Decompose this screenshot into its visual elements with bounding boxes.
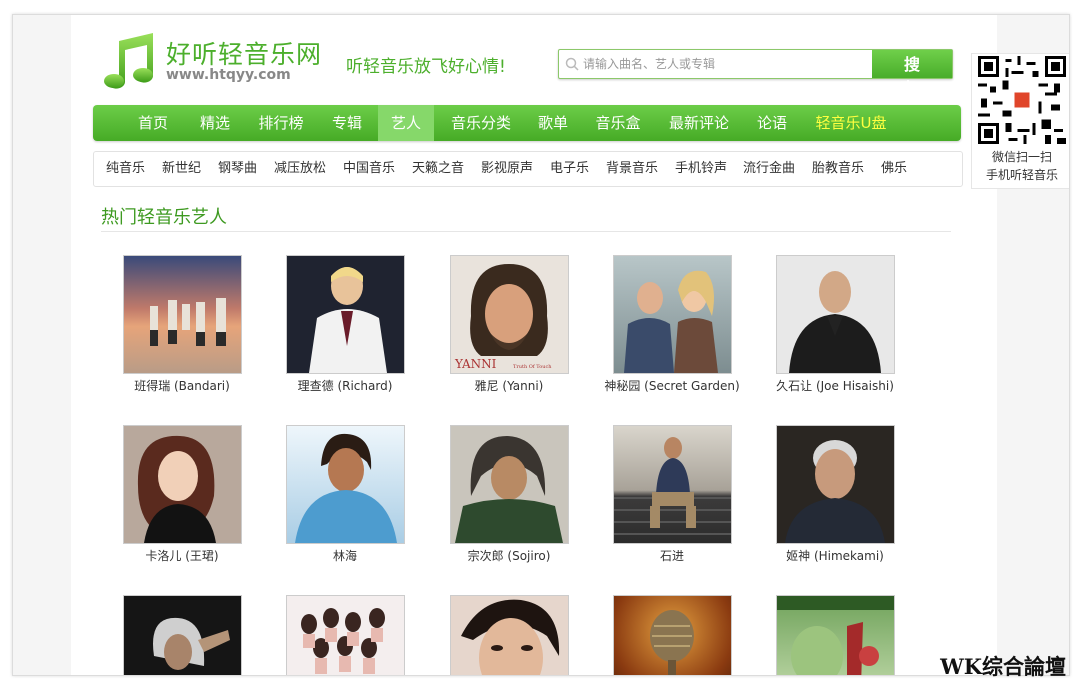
nav-item-u-disk[interactable]: 轻音乐U盘 — [808, 105, 894, 141]
nav-item-categories[interactable]: 音乐分类 — [443, 105, 519, 141]
artist-name[interactable]: 理查德 (Richard) — [270, 377, 420, 394]
artist-name[interactable]: 神秘园 (Secret Garden) — [597, 377, 747, 394]
search-input[interactable] — [581, 52, 870, 76]
qr-code-icon[interactable] — [978, 56, 1066, 144]
nav-item-home[interactable]: 首页 — [123, 105, 183, 141]
section-divider — [101, 231, 951, 232]
artist-photo[interactable] — [776, 595, 895, 675]
genre-electronic[interactable]: 电子乐 — [550, 152, 589, 186]
artist-name[interactable]: 石进 — [597, 547, 747, 564]
search-icon — [565, 57, 579, 71]
artist-photo[interactable] — [776, 255, 895, 374]
artist-photo[interactable] — [450, 595, 569, 675]
artist-name[interactable]: 姬神 (Himekami) — [760, 547, 910, 564]
main-nav: 首页 精选 排行榜 专辑 艺人 音乐分类 歌单 音乐盒 最新评论 论语 轻音乐U… — [93, 105, 961, 141]
nav-item-latest-comments[interactable]: 最新评论 — [660, 105, 738, 141]
artist-name[interactable]: 宗次郎 (Sojiro) — [434, 547, 584, 564]
nav-item-playlists[interactable]: 歌单 — [528, 105, 578, 141]
search-button[interactable]: 搜 索 — [872, 50, 952, 98]
genre-prenatal[interactable]: 胎教音乐 — [812, 152, 864, 186]
genre-chinese[interactable]: 中国音乐 — [343, 152, 395, 186]
nav-item-charts[interactable]: 排行榜 — [248, 105, 314, 141]
artist-photo[interactable] — [123, 595, 242, 675]
artist-photo[interactable] — [123, 425, 242, 544]
nav-item-quotes[interactable]: 论语 — [748, 105, 796, 141]
nav-item-featured[interactable]: 精选 — [187, 105, 243, 141]
genre-ringtones[interactable]: 手机铃声 — [675, 152, 727, 186]
artist-photo[interactable] — [613, 425, 732, 544]
artist-photo[interactable] — [286, 425, 405, 544]
artist-photo[interactable] — [123, 255, 242, 374]
genre-buddhist[interactable]: 佛乐 — [881, 152, 907, 186]
photo-subcaption: Truth Of Touch — [513, 364, 552, 370]
site-slogan: 听轻音乐放飞好心情! — [346, 57, 506, 77]
genre-new-age[interactable]: 新世纪 — [162, 152, 201, 186]
page-content: 好听轻音乐网 www.htqyy.com 听轻音乐放飞好心情! 搜 索 首页 精… — [71, 15, 997, 675]
genre-piano[interactable]: 钢琴曲 — [218, 152, 257, 186]
section-title: 热门轻音乐艺人 — [101, 207, 227, 228]
qr-caption-line1: 微信扫一扫 — [991, 150, 1052, 164]
artist-name[interactable]: 林海 — [270, 547, 420, 564]
artist-name[interactable]: 雅尼 (Yanni) — [434, 377, 584, 394]
artist-name[interactable]: 卡洛儿 (王珺) — [107, 547, 257, 564]
artist-name[interactable]: 班得瑞 (Bandari) — [107, 377, 257, 394]
site-url: www.htqyy.com — [166, 67, 291, 83]
nav-item-albums[interactable]: 专辑 — [319, 105, 375, 141]
artist-photo[interactable]: YANNI Truth Of Touch — [450, 255, 569, 374]
photo-caption: YANNI — [454, 357, 497, 371]
qr-caption-line2: 手机听轻音乐 — [985, 168, 1058, 182]
artist-photo[interactable] — [286, 255, 405, 374]
genre-subnav: 纯音乐 新世纪 钢琴曲 减压放松 中国音乐 天籁之音 影视原声 电子乐 背景音乐… — [93, 151, 963, 187]
nav-item-artists[interactable]: 艺人 — [378, 105, 434, 141]
artist-photo[interactable] — [613, 595, 732, 675]
artist-name[interactable]: 久石让 (Joe Hisaishi) — [760, 377, 910, 394]
watermark-text: WK综合論壇 — [940, 654, 1066, 679]
genre-relax[interactable]: 减压放松 — [274, 152, 326, 186]
genre-heavenly[interactable]: 天籁之音 — [412, 152, 464, 186]
search-bar: 搜 索 — [558, 49, 953, 98]
genre-pure-music[interactable]: 纯音乐 — [106, 152, 145, 186]
browser-frame: 好听轻音乐网 www.htqyy.com 听轻音乐放飞好心情! 搜 索 首页 精… — [12, 14, 1070, 676]
artist-photo[interactable] — [613, 255, 732, 374]
genre-pop-hits[interactable]: 流行金曲 — [743, 152, 795, 186]
artist-photo[interactable] — [286, 595, 405, 675]
nav-item-music-box[interactable]: 音乐盒 — [587, 105, 649, 141]
qr-code-panel: 微信扫一扫 手机听轻音乐 — [971, 53, 1069, 189]
music-note-logo-icon[interactable] — [101, 29, 157, 91]
artist-photo[interactable] — [450, 425, 569, 544]
genre-soundtrack[interactable]: 影视原声 — [481, 152, 533, 186]
genre-background[interactable]: 背景音乐 — [606, 152, 658, 186]
site-logo-title[interactable]: 好听轻音乐网 — [166, 35, 322, 71]
artist-photo[interactable] — [776, 425, 895, 544]
